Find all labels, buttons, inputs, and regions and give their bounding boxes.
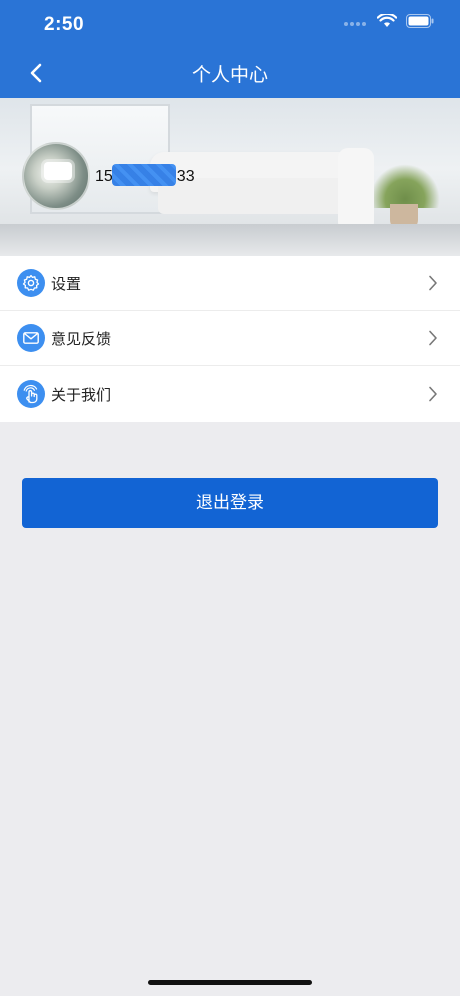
- banner-floor-decor: [0, 224, 460, 256]
- chevron-right-icon: [426, 384, 440, 404]
- menu-list: 设置 意见反馈 关于我们: [0, 256, 460, 422]
- banner-plant-decor: [370, 164, 440, 208]
- battery-icon: [406, 14, 434, 33]
- chevron-right-icon: [426, 273, 440, 293]
- menu-label-settings: 设置: [51, 275, 82, 293]
- wifi-icon: [376, 12, 398, 33]
- status-bar: 2:50: [0, 0, 460, 50]
- phone-prefix: 15: [95, 168, 113, 185]
- menu-item-settings[interactable]: 设置: [0, 256, 460, 311]
- menu-label-feedback: 意见反馈: [51, 330, 112, 348]
- menu-item-feedback[interactable]: 意见反馈: [0, 311, 460, 366]
- page-title: 个人中心: [191, 65, 268, 86]
- phone-redaction-mask: [112, 164, 176, 186]
- chevron-right-icon: [426, 328, 440, 348]
- status-icons: [344, 12, 434, 33]
- mail-icon: [17, 324, 45, 352]
- profile-banner: 15 33: [0, 98, 460, 256]
- logout-button[interactable]: 退出登录: [22, 478, 438, 528]
- avatar[interactable]: [22, 142, 90, 210]
- status-time: 2:50: [44, 14, 85, 35]
- app-header: 2:50 个人中心: [0, 0, 460, 98]
- phone-suffix: 33: [176, 168, 195, 185]
- gear-icon: [17, 269, 45, 297]
- home-indicator[interactable]: [148, 980, 312, 985]
- signal-dots-icon: [344, 21, 368, 26]
- hand-touch-icon: [17, 380, 45, 408]
- menu-item-about[interactable]: 关于我们: [0, 366, 460, 422]
- menu-label-about: 关于我们: [51, 386, 112, 404]
